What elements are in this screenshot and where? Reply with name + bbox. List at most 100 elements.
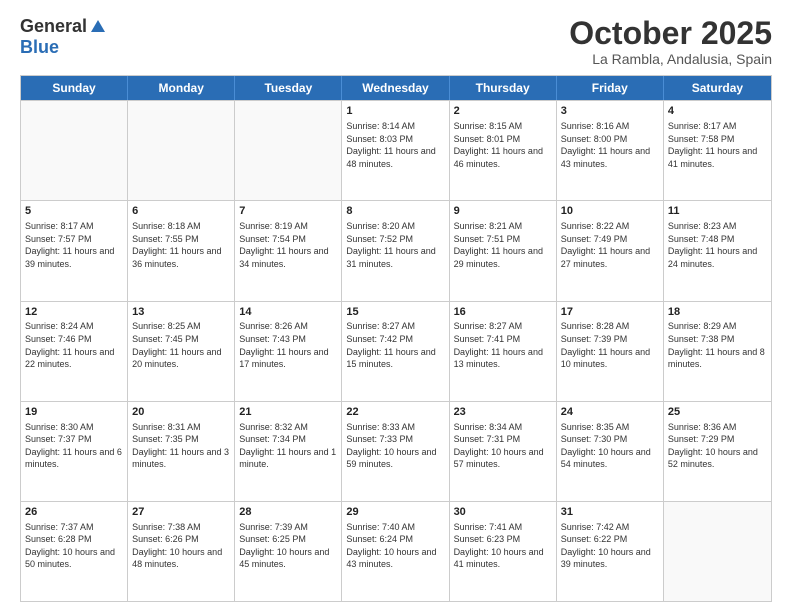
table-row: 26Sunrise: 7:37 AM Sunset: 6:28 PM Dayli… — [21, 502, 128, 601]
header-day-friday: Friday — [557, 76, 664, 100]
table-row: 21Sunrise: 8:32 AM Sunset: 7:34 PM Dayli… — [235, 402, 342, 501]
day-info: Sunrise: 8:16 AM Sunset: 8:00 PM Dayligh… — [561, 120, 659, 170]
header-day-wednesday: Wednesday — [342, 76, 449, 100]
day-number: 1 — [346, 104, 444, 119]
day-info: Sunrise: 8:26 AM Sunset: 7:43 PM Dayligh… — [239, 320, 337, 370]
day-info: Sunrise: 8:30 AM Sunset: 7:37 PM Dayligh… — [25, 421, 123, 471]
day-number: 26 — [25, 505, 123, 520]
table-row: 3Sunrise: 8:16 AM Sunset: 8:00 PM Daylig… — [557, 101, 664, 200]
day-info: Sunrise: 8:20 AM Sunset: 7:52 PM Dayligh… — [346, 220, 444, 270]
day-info: Sunrise: 8:23 AM Sunset: 7:48 PM Dayligh… — [668, 220, 767, 270]
table-row: 30Sunrise: 7:41 AM Sunset: 6:23 PM Dayli… — [450, 502, 557, 601]
day-number: 12 — [25, 305, 123, 320]
table-row — [128, 101, 235, 200]
day-number: 17 — [561, 305, 659, 320]
table-row: 17Sunrise: 8:28 AM Sunset: 7:39 PM Dayli… — [557, 302, 664, 401]
day-number: 27 — [132, 505, 230, 520]
day-info: Sunrise: 7:41 AM Sunset: 6:23 PM Dayligh… — [454, 521, 552, 571]
day-number: 30 — [454, 505, 552, 520]
day-info: Sunrise: 8:17 AM Sunset: 7:57 PM Dayligh… — [25, 220, 123, 270]
day-number: 13 — [132, 305, 230, 320]
day-number: 7 — [239, 204, 337, 219]
day-info: Sunrise: 8:14 AM Sunset: 8:03 PM Dayligh… — [346, 120, 444, 170]
day-number: 25 — [668, 405, 767, 420]
table-row: 18Sunrise: 8:29 AM Sunset: 7:38 PM Dayli… — [664, 302, 771, 401]
cal-row-1: 5Sunrise: 8:17 AM Sunset: 7:57 PM Daylig… — [21, 200, 771, 300]
day-number: 4 — [668, 104, 767, 119]
day-number: 22 — [346, 405, 444, 420]
day-info: Sunrise: 8:18 AM Sunset: 7:55 PM Dayligh… — [132, 220, 230, 270]
day-info: Sunrise: 8:21 AM Sunset: 7:51 PM Dayligh… — [454, 220, 552, 270]
header: General Blue October 2025 La Rambla, And… — [20, 16, 772, 67]
logo-blue-text: Blue — [20, 37, 59, 58]
day-number: 21 — [239, 405, 337, 420]
table-row: 8Sunrise: 8:20 AM Sunset: 7:52 PM Daylig… — [342, 201, 449, 300]
table-row: 7Sunrise: 8:19 AM Sunset: 7:54 PM Daylig… — [235, 201, 342, 300]
table-row: 28Sunrise: 7:39 AM Sunset: 6:25 PM Dayli… — [235, 502, 342, 601]
logo-general-text: General — [20, 16, 87, 37]
day-info: Sunrise: 8:36 AM Sunset: 7:29 PM Dayligh… — [668, 421, 767, 471]
day-number: 24 — [561, 405, 659, 420]
table-row: 5Sunrise: 8:17 AM Sunset: 7:57 PM Daylig… — [21, 201, 128, 300]
day-info: Sunrise: 7:37 AM Sunset: 6:28 PM Dayligh… — [25, 521, 123, 571]
day-info: Sunrise: 8:28 AM Sunset: 7:39 PM Dayligh… — [561, 320, 659, 370]
day-number: 23 — [454, 405, 552, 420]
location: La Rambla, Andalusia, Spain — [569, 51, 772, 67]
header-day-thursday: Thursday — [450, 76, 557, 100]
table-row: 20Sunrise: 8:31 AM Sunset: 7:35 PM Dayli… — [128, 402, 235, 501]
day-number: 20 — [132, 405, 230, 420]
table-row: 22Sunrise: 8:33 AM Sunset: 7:33 PM Dayli… — [342, 402, 449, 501]
table-row: 14Sunrise: 8:26 AM Sunset: 7:43 PM Dayli… — [235, 302, 342, 401]
day-number: 3 — [561, 104, 659, 119]
day-info: Sunrise: 8:25 AM Sunset: 7:45 PM Dayligh… — [132, 320, 230, 370]
day-number: 16 — [454, 305, 552, 320]
table-row — [235, 101, 342, 200]
table-row: 24Sunrise: 8:35 AM Sunset: 7:30 PM Dayli… — [557, 402, 664, 501]
table-row: 10Sunrise: 8:22 AM Sunset: 7:49 PM Dayli… — [557, 201, 664, 300]
table-row: 11Sunrise: 8:23 AM Sunset: 7:48 PM Dayli… — [664, 201, 771, 300]
table-row: 9Sunrise: 8:21 AM Sunset: 7:51 PM Daylig… — [450, 201, 557, 300]
day-info: Sunrise: 8:27 AM Sunset: 7:41 PM Dayligh… — [454, 320, 552, 370]
day-info: Sunrise: 7:40 AM Sunset: 6:24 PM Dayligh… — [346, 521, 444, 571]
table-row: 25Sunrise: 8:36 AM Sunset: 7:29 PM Dayli… — [664, 402, 771, 501]
day-info: Sunrise: 8:19 AM Sunset: 7:54 PM Dayligh… — [239, 220, 337, 270]
table-row: 4Sunrise: 8:17 AM Sunset: 7:58 PM Daylig… — [664, 101, 771, 200]
day-info: Sunrise: 8:15 AM Sunset: 8:01 PM Dayligh… — [454, 120, 552, 170]
table-row: 19Sunrise: 8:30 AM Sunset: 7:37 PM Dayli… — [21, 402, 128, 501]
cal-row-3: 19Sunrise: 8:30 AM Sunset: 7:37 PM Dayli… — [21, 401, 771, 501]
day-info: Sunrise: 8:17 AM Sunset: 7:58 PM Dayligh… — [668, 120, 767, 170]
day-info: Sunrise: 8:27 AM Sunset: 7:42 PM Dayligh… — [346, 320, 444, 370]
table-row: 23Sunrise: 8:34 AM Sunset: 7:31 PM Dayli… — [450, 402, 557, 501]
cal-row-0: 1Sunrise: 8:14 AM Sunset: 8:03 PM Daylig… — [21, 100, 771, 200]
day-number: 18 — [668, 305, 767, 320]
day-number: 15 — [346, 305, 444, 320]
day-info: Sunrise: 8:34 AM Sunset: 7:31 PM Dayligh… — [454, 421, 552, 471]
table-row: 27Sunrise: 7:38 AM Sunset: 6:26 PM Dayli… — [128, 502, 235, 601]
table-row: 1Sunrise: 8:14 AM Sunset: 8:03 PM Daylig… — [342, 101, 449, 200]
table-row: 15Sunrise: 8:27 AM Sunset: 7:42 PM Dayli… — [342, 302, 449, 401]
logo-icon — [89, 18, 107, 36]
table-row — [664, 502, 771, 601]
header-day-monday: Monday — [128, 76, 235, 100]
header-day-sunday: Sunday — [21, 76, 128, 100]
table-row: 2Sunrise: 8:15 AM Sunset: 8:01 PM Daylig… — [450, 101, 557, 200]
calendar-header: SundayMondayTuesdayWednesdayThursdayFrid… — [21, 76, 771, 100]
day-number: 19 — [25, 405, 123, 420]
day-number: 5 — [25, 204, 123, 219]
table-row: 16Sunrise: 8:27 AM Sunset: 7:41 PM Dayli… — [450, 302, 557, 401]
header-day-saturday: Saturday — [664, 76, 771, 100]
day-number: 29 — [346, 505, 444, 520]
day-info: Sunrise: 8:31 AM Sunset: 7:35 PM Dayligh… — [132, 421, 230, 471]
day-info: Sunrise: 8:22 AM Sunset: 7:49 PM Dayligh… — [561, 220, 659, 270]
title-block: October 2025 La Rambla, Andalusia, Spain — [569, 16, 772, 67]
cal-row-4: 26Sunrise: 7:37 AM Sunset: 6:28 PM Dayli… — [21, 501, 771, 601]
day-info: Sunrise: 7:39 AM Sunset: 6:25 PM Dayligh… — [239, 521, 337, 571]
calendar-body: 1Sunrise: 8:14 AM Sunset: 8:03 PM Daylig… — [21, 100, 771, 601]
day-info: Sunrise: 8:32 AM Sunset: 7:34 PM Dayligh… — [239, 421, 337, 471]
table-row: 29Sunrise: 7:40 AM Sunset: 6:24 PM Dayli… — [342, 502, 449, 601]
day-number: 2 — [454, 104, 552, 119]
day-info: Sunrise: 8:33 AM Sunset: 7:33 PM Dayligh… — [346, 421, 444, 471]
day-number: 11 — [668, 204, 767, 219]
day-number: 28 — [239, 505, 337, 520]
day-info: Sunrise: 8:29 AM Sunset: 7:38 PM Dayligh… — [668, 320, 767, 370]
